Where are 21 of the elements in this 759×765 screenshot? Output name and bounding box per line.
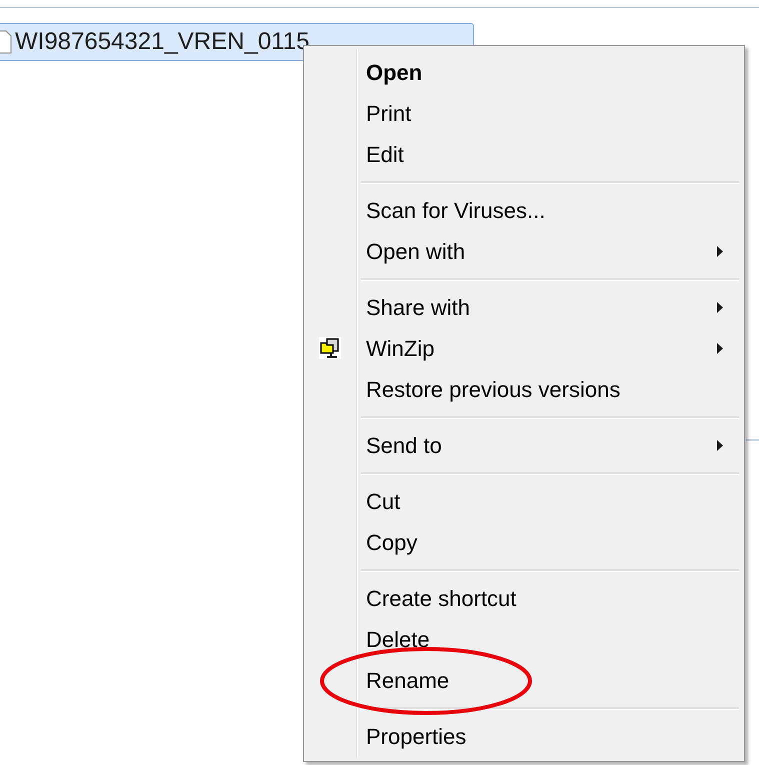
submenu-arrow-icon — [717, 302, 723, 313]
file-name: WI987654321_VREN_0115 — [15, 28, 310, 56]
menu-item[interactable]: Restore previous versions — [307, 369, 741, 410]
menu-item[interactable]: Scan for Viruses... — [307, 190, 741, 231]
submenu-arrow-icon — [717, 343, 723, 354]
menu-item[interactable]: Rename — [307, 660, 741, 701]
menu-item[interactable]: Send to — [307, 425, 741, 466]
submenu-arrow-icon — [717, 246, 723, 257]
menu-item[interactable]: Open with — [307, 231, 741, 272]
menu-item[interactable]: Edit — [307, 134, 741, 175]
menu-item[interactable]: Properties — [307, 716, 741, 757]
menu-item[interactable]: Share with — [307, 287, 741, 328]
menu-item[interactable]: Cut — [307, 481, 741, 522]
menu-item[interactable]: Copy — [307, 522, 741, 563]
folder-monitor-icon — [319, 337, 341, 359]
menu-item[interactable]: Print — [307, 93, 741, 134]
menu-item[interactable]: Delete — [307, 619, 741, 660]
file-icon — [0, 30, 12, 54]
menu-item[interactable]: Create shortcut — [307, 578, 741, 619]
submenu-arrow-icon — [717, 440, 723, 451]
menu-item[interactable]: WinZip — [307, 328, 741, 369]
